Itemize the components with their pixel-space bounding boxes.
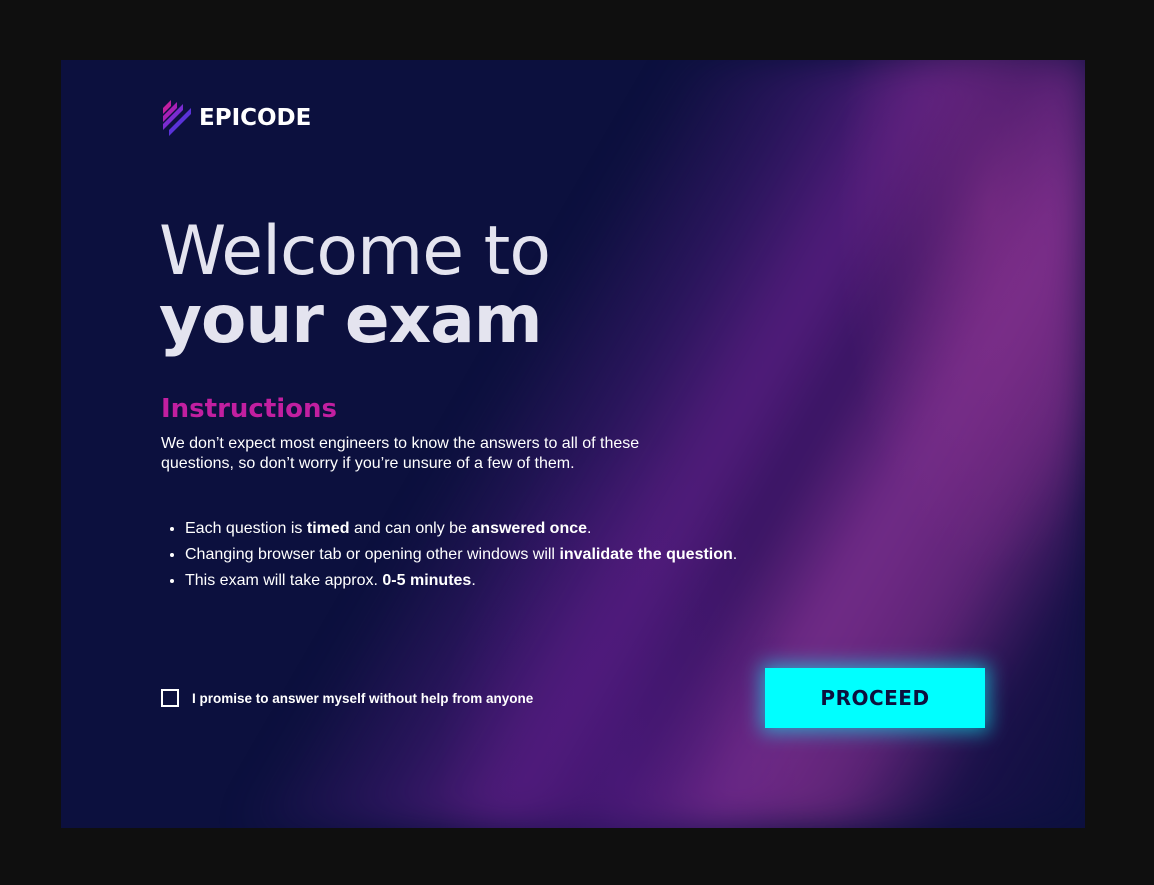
title-line-2: your exam xyxy=(159,281,543,358)
welcome-content: EPICODE Welcome to your exam Instruction… xyxy=(61,60,1085,828)
rule-item: Each question is timed and can only be a… xyxy=(185,516,737,542)
page-title: Welcome to your exam xyxy=(159,212,551,358)
consent-row[interactable]: I promise to answer myself without help … xyxy=(161,689,533,707)
epicode-stripes-icon xyxy=(163,100,191,136)
instructions-text: We don’t expect most engineers to know t… xyxy=(161,435,640,472)
proceed-button[interactable]: PROCEED xyxy=(765,668,985,728)
brand-name: EPICODE xyxy=(199,105,312,131)
title-line-1: Welcome to xyxy=(159,212,551,291)
rule-item: Changing browser tab or opening other wi… xyxy=(185,542,737,568)
exam-welcome-screen: EPICODE Welcome to your exam Instruction… xyxy=(61,60,1085,828)
rules-list: Each question is timed and can only be a… xyxy=(161,516,737,594)
consent-label: I promise to answer myself without help … xyxy=(192,690,534,706)
consent-checkbox[interactable] xyxy=(161,689,179,707)
epicode-logo: EPICODE xyxy=(161,100,311,136)
instructions-heading: Instructions xyxy=(161,394,338,424)
rule-item: This exam will take approx. 0-5 minutes. xyxy=(185,568,737,594)
